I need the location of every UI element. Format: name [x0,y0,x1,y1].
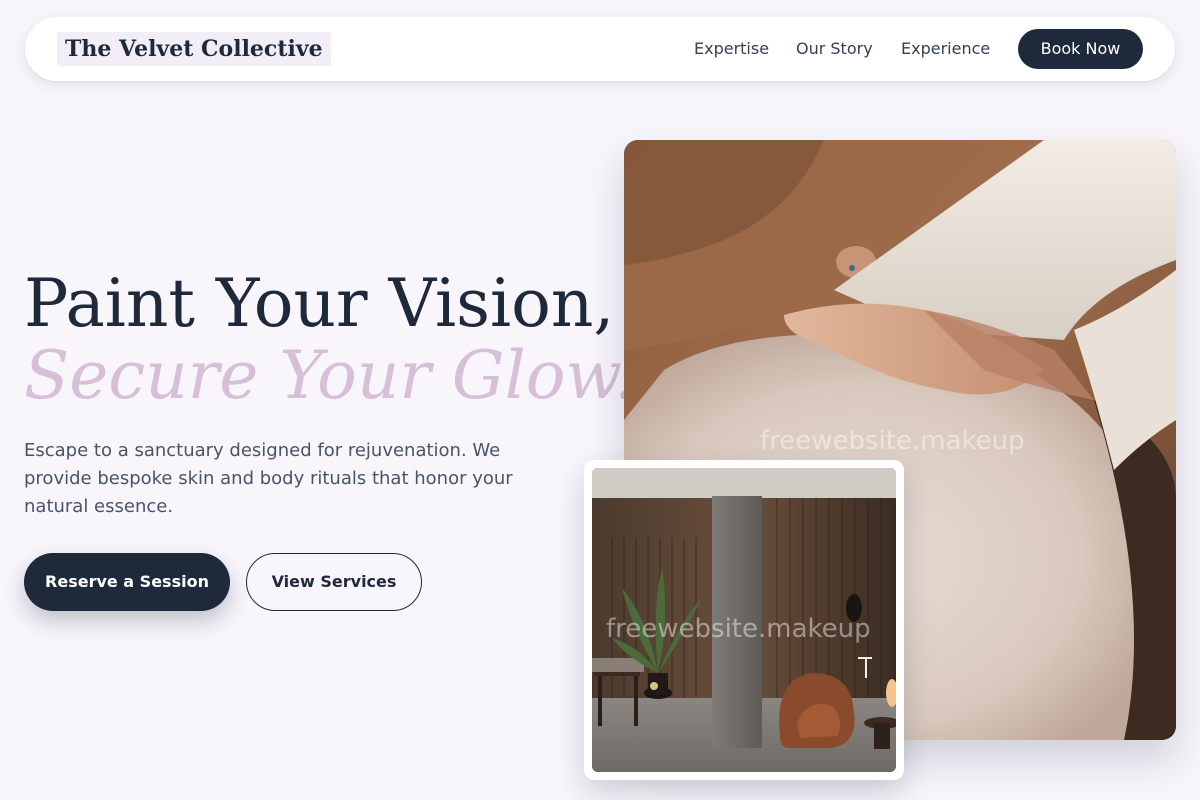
nav-link-our-story[interactable]: Our Story [796,38,873,60]
hero-title-line1: Paint Your Vision, [24,265,615,342]
view-services-button[interactable]: View Services [246,553,422,611]
brand-logo[interactable]: The Velvet Collective [57,32,331,66]
nav-link-expertise[interactable]: Expertise [694,38,769,60]
hero-secondary-image: freewebsite.makeup [592,468,896,772]
hero-title-line2: Secure Your Glow. [24,337,636,414]
reserve-session-button[interactable]: Reserve a Session [24,553,230,611]
nav-link-experience[interactable]: Experience [901,38,990,60]
spa-room-photo [592,468,896,772]
book-now-button[interactable]: Book Now [1018,29,1143,69]
hero-subtitle: Escape to a sanctuary designed for rejuv… [24,440,513,517]
top-navbar: The Velvet Collective Expertise Our Stor… [25,17,1175,81]
hero-secondary-image-frame: freewebsite.makeup [584,460,904,780]
